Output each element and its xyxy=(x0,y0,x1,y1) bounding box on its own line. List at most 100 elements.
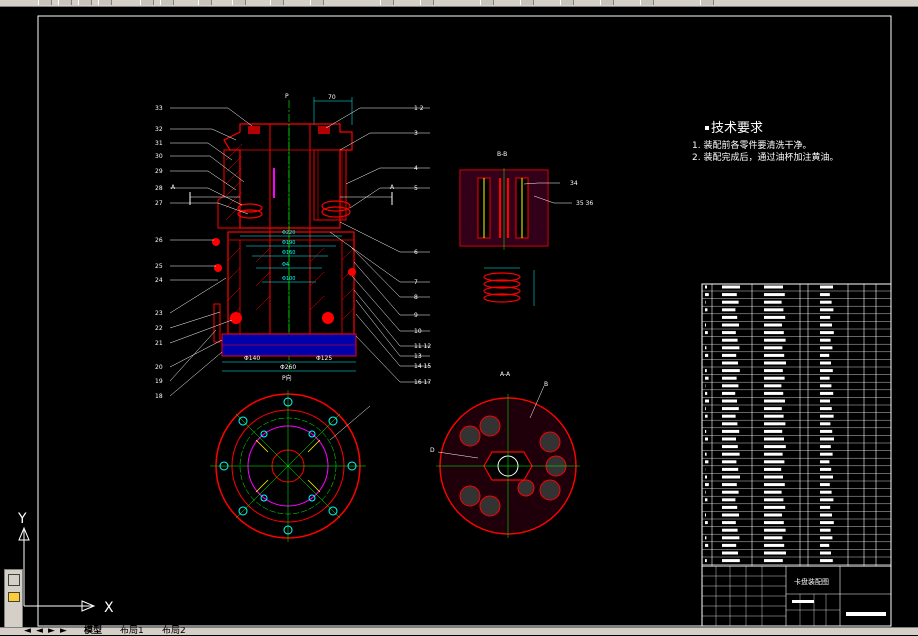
parts-cell-text xyxy=(764,362,786,365)
title-block-drawing-name: 卡盘装配图 xyxy=(794,577,829,586)
parts-cell-text xyxy=(722,362,738,365)
tech-requirements-title: 技术要求 xyxy=(711,121,763,136)
parts-cell-text xyxy=(764,559,783,562)
parts-cell-text xyxy=(722,430,739,433)
svg-text:Φ220: Φ220 xyxy=(282,230,295,236)
parts-cell-text xyxy=(764,430,782,433)
parts-cell-text xyxy=(722,316,737,319)
toolbar-button[interactable] xyxy=(310,0,324,5)
part-number-label: 16 17 xyxy=(414,379,431,386)
cad-toolbar-strip xyxy=(0,0,918,7)
part-number-label: 9 xyxy=(414,312,418,319)
parts-cell-text xyxy=(764,293,785,296)
part-number-label: 20 xyxy=(155,364,163,371)
parts-cell-text xyxy=(722,324,739,327)
parts-cell-text xyxy=(705,377,709,380)
toolbar-button[interactable] xyxy=(58,0,72,5)
toolbar-button[interactable] xyxy=(160,0,174,5)
toolbar-button[interactable] xyxy=(270,0,284,5)
svg-text:Φ100: Φ100 xyxy=(282,276,295,282)
dim-right-half: Φ125 xyxy=(316,355,332,362)
part-number-label: 29 xyxy=(155,168,163,175)
parts-cell-text xyxy=(820,316,830,319)
parts-cell-text xyxy=(820,324,832,327)
parts-cell-text xyxy=(764,521,784,524)
label-b-mark: B xyxy=(544,381,548,388)
parts-cell-text xyxy=(705,460,708,463)
parts-cell-text xyxy=(764,498,783,501)
parts-cell-text xyxy=(820,392,833,395)
drawing-canvas[interactable]: P P向 70 A xyxy=(0,7,918,627)
close-icon[interactable] xyxy=(8,574,20,586)
toolbar-button[interactable] xyxy=(232,0,246,5)
parts-cell-text xyxy=(820,400,830,403)
parts-cell-text xyxy=(764,308,783,311)
part-number-label: 3 xyxy=(414,130,418,137)
part-number-label: 11 12 xyxy=(414,343,431,350)
parts-cell-text xyxy=(820,498,833,501)
label-bb: B-B xyxy=(497,151,507,158)
part-number-label: 1 2 xyxy=(414,105,424,112)
label-p-top: P xyxy=(285,93,289,100)
toolbar-button[interactable] xyxy=(98,0,112,5)
parts-cell-text xyxy=(722,354,736,357)
part-number-label: 31 xyxy=(155,140,163,147)
toolbar-button[interactable] xyxy=(520,0,534,5)
toolbar-button[interactable] xyxy=(480,0,494,5)
toolbar-button[interactable] xyxy=(140,0,154,5)
part-number-label: 22 xyxy=(155,325,163,332)
parts-cell-text xyxy=(705,476,707,479)
parts-cell-text xyxy=(764,384,781,387)
tab-layout2[interactable]: 布局2 xyxy=(162,627,186,636)
scroll-prev-icon[interactable]: ◄ xyxy=(36,627,43,636)
tab-layout1[interactable]: 布局1 xyxy=(120,627,144,636)
parts-cell-text xyxy=(820,377,830,380)
ucs-icon: Y X xyxy=(17,511,114,616)
label-aa: A-A xyxy=(500,371,511,378)
parts-cell-text xyxy=(722,331,736,334)
scroll-last-icon[interactable]: ► xyxy=(60,627,67,636)
parts-list-table xyxy=(702,284,891,626)
layer-icon[interactable] xyxy=(8,592,20,602)
parts-cell-text xyxy=(722,483,737,486)
parts-cell-text xyxy=(820,308,833,311)
parts-cell-text xyxy=(764,552,786,555)
scroll-next-icon[interactable]: ► xyxy=(48,627,55,636)
parts-cell-text xyxy=(764,301,782,304)
label-d-mark: D xyxy=(430,447,435,454)
toolbar-button[interactable] xyxy=(560,0,574,5)
parts-cell-text xyxy=(820,521,834,524)
parts-cell-text xyxy=(705,346,706,349)
toolbar-button[interactable] xyxy=(380,0,394,5)
parts-cell-text xyxy=(764,445,786,448)
parts-cell-text xyxy=(764,316,785,319)
dim-top-width: 70 xyxy=(328,94,336,101)
scroll-first-icon[interactable]: ◄ xyxy=(24,627,31,636)
toolbar-button[interactable] xyxy=(38,0,52,5)
toolbar-button[interactable] xyxy=(600,0,614,5)
parts-cell-text xyxy=(820,514,832,517)
label-p-bottom: P向 xyxy=(282,374,292,382)
parts-cell-text xyxy=(764,377,785,380)
parts-cell-text xyxy=(764,544,784,547)
drawing-svg: P P向 70 A xyxy=(0,7,918,627)
toolbar-button[interactable] xyxy=(700,0,714,5)
parts-cell-text xyxy=(705,415,708,418)
tab-model[interactable]: 模型 xyxy=(84,627,102,636)
toolbar-button[interactable] xyxy=(420,0,434,5)
parts-cell-text xyxy=(705,407,706,410)
parts-cell-text xyxy=(705,514,706,517)
part-number-label: 10 xyxy=(414,328,422,335)
part-number-label: 8 xyxy=(414,294,418,301)
parts-cell-text xyxy=(705,491,706,494)
title-block: 卡盘装配图 xyxy=(702,566,891,626)
p-direction-view xyxy=(210,390,370,542)
toolbar-button[interactable] xyxy=(640,0,654,5)
parts-cell-text xyxy=(764,529,786,532)
part-number-label: 25 xyxy=(155,263,163,270)
part-number-label: 6 xyxy=(414,249,418,256)
toolbar-button[interactable] xyxy=(198,0,212,5)
toolbar-button[interactable] xyxy=(78,0,92,5)
parts-cell-text xyxy=(820,339,831,342)
part-number-label: 5 xyxy=(414,185,418,192)
